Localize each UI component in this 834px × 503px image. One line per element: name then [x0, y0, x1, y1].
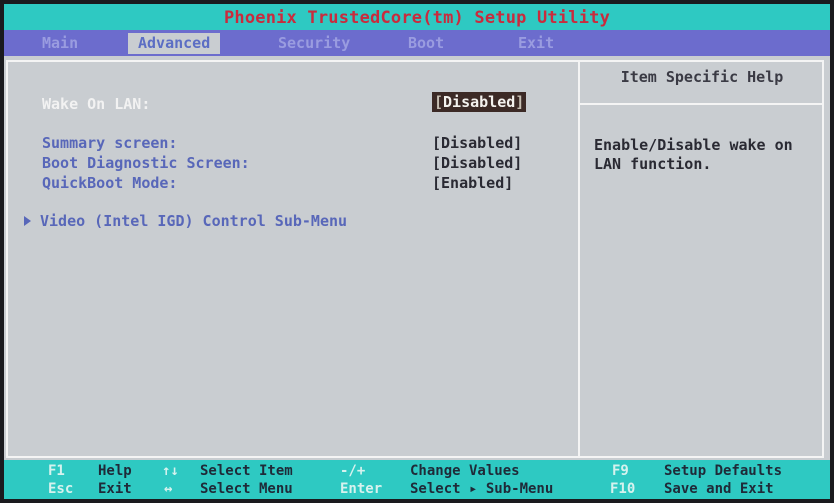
wake-on-lan-label[interactable]: Wake On LAN:: [42, 95, 150, 113]
f9-key: F9: [612, 463, 629, 479]
tab-advanced[interactable]: Advanced: [128, 33, 221, 54]
f10-key: F10: [610, 481, 636, 497]
exit-key-desc: Exit: [98, 481, 132, 497]
menu-bar: Main Advanced Security Boot Exit: [4, 30, 830, 56]
boot-diagnostic-screen-value[interactable]: [Disabled]: [432, 154, 522, 172]
save-and-exit-desc: Save and Exit: [664, 481, 774, 497]
change-values-desc: Change Values: [410, 463, 520, 479]
esc-key: Esc: [48, 481, 74, 497]
setup-defaults-desc: Setup Defaults: [664, 463, 783, 479]
quickboot-mode-label[interactable]: QuickBoot Mode:: [42, 174, 177, 192]
tab-security[interactable]: Security: [278, 33, 350, 54]
help-header-divider: [578, 103, 824, 105]
boot-diagnostic-screen-label[interactable]: Boot Diagnostic Screen:: [42, 154, 250, 172]
wake-on-lan-value[interactable]: [Disabled]: [432, 92, 527, 112]
quickboot-mode-value[interactable]: [Enabled]: [432, 174, 513, 192]
select-menu-desc: Select Menu: [200, 481, 293, 497]
minus-plus-key: -/+: [340, 463, 366, 479]
select-item-desc: Select Item: [200, 463, 293, 479]
tab-exit[interactable]: Exit: [518, 33, 554, 54]
settings-panel: [6, 60, 824, 458]
up-down-arrows-icon: ↑↓: [162, 463, 179, 479]
left-right-arrows-icon: ↔: [164, 481, 173, 497]
setup-utility-title: Phoenix TrustedCore(tm) Setup Utility: [223, 8, 611, 28]
video-control-submenu[interactable]: Video (Intel IGD) Control Sub-Menu: [40, 212, 347, 230]
select-submenu-desc: Select ▸ Sub-Menu: [410, 481, 554, 497]
panel-divider: [578, 60, 580, 458]
item-specific-help-header: Item Specific Help: [620, 68, 784, 86]
help-key-desc: Help: [98, 463, 132, 479]
f1-key: F1: [48, 463, 65, 479]
submenu-arrow-icon: [24, 216, 31, 226]
help-text: Enable/Disable wake on LAN function.: [594, 136, 793, 173]
summary-screen-label[interactable]: Summary screen:: [42, 134, 177, 152]
enter-key: Enter: [340, 481, 383, 497]
wake-on-lan-value-text: Disabled: [443, 93, 516, 111]
key-legend-footer: F1 Help ↑↓ Select Item -/+ Change Values…: [4, 460, 830, 499]
tab-boot[interactable]: Boot: [408, 33, 444, 54]
tab-main[interactable]: Main: [42, 33, 78, 54]
title-bar: Phoenix TrustedCore(tm) Setup Utility: [4, 4, 830, 30]
bios-screen: Phoenix TrustedCore(tm) Setup Utility Ma…: [4, 4, 830, 499]
summary-screen-value[interactable]: [Disabled]: [432, 134, 522, 152]
